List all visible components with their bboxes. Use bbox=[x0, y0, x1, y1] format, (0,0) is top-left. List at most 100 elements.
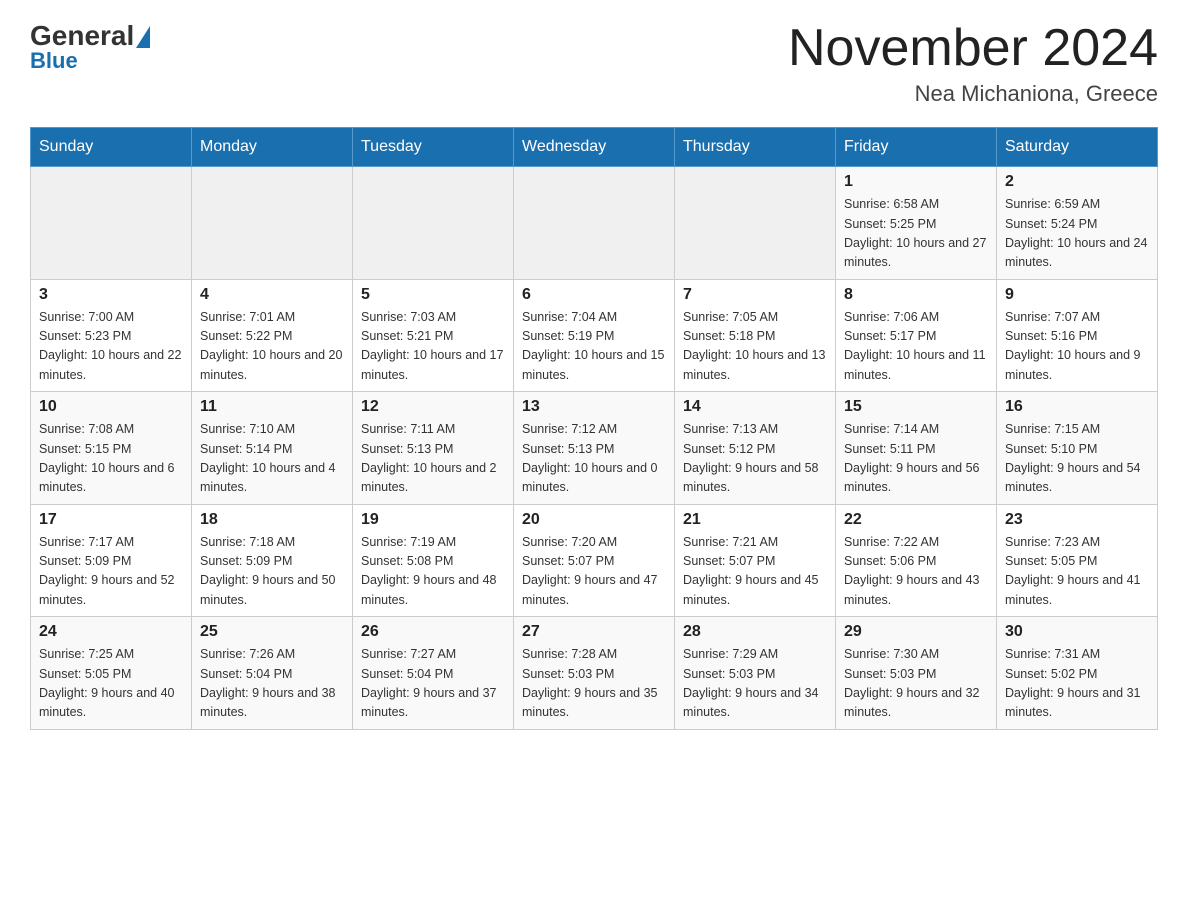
day-number: 4 bbox=[200, 286, 344, 304]
day-number: 1 bbox=[844, 173, 988, 191]
day-number: 15 bbox=[844, 398, 988, 416]
calendar-day: 24 Sunrise: 7:25 AM Sunset: 5:05 PM Dayli… bbox=[31, 617, 192, 730]
day-info: Sunrise: 7:23 AM Sunset: 5:05 PM Dayligh… bbox=[1005, 533, 1149, 611]
calendar-week-5: 24 Sunrise: 7:25 AM Sunset: 5:05 PM Dayli… bbox=[31, 617, 1158, 730]
day-info: Sunrise: 7:08 AM Sunset: 5:15 PM Dayligh… bbox=[39, 420, 183, 498]
weekday-header-monday: Monday bbox=[192, 128, 353, 167]
day-info: Sunrise: 7:04 AM Sunset: 5:19 PM Dayligh… bbox=[522, 308, 666, 386]
day-number: 29 bbox=[844, 623, 988, 641]
calendar-day: 30 Sunrise: 7:31 AM Sunset: 5:02 PM Dayli… bbox=[997, 617, 1158, 730]
calendar-day: 16 Sunrise: 7:15 AM Sunset: 5:10 PM Dayli… bbox=[997, 392, 1158, 505]
logo-blue-text: Blue bbox=[30, 48, 78, 74]
calendar-day: 15Sunrise: 7:14 AM Sunset: 5:11 PM Dayli… bbox=[836, 392, 997, 505]
calendar-day bbox=[31, 167, 192, 280]
weekday-header-thursday: Thursday bbox=[675, 128, 836, 167]
day-info: Sunrise: 7:31 AM Sunset: 5:02 PM Dayligh… bbox=[1005, 645, 1149, 723]
day-number: 26 bbox=[361, 623, 505, 641]
day-info: Sunrise: 7:30 AM Sunset: 5:03 PM Dayligh… bbox=[844, 645, 988, 723]
day-number: 9 bbox=[1005, 286, 1149, 304]
calendar-day: 25 Sunrise: 7:26 AM Sunset: 5:04 PM Dayli… bbox=[192, 617, 353, 730]
weekday-header-tuesday: Tuesday bbox=[353, 128, 514, 167]
day-number: 24 bbox=[39, 623, 183, 641]
weekday-header-row: SundayMondayTuesdayWednesdayThursdayFrid… bbox=[31, 128, 1158, 167]
day-info: Sunrise: 7:28 AM Sunset: 5:03 PM Dayligh… bbox=[522, 645, 666, 723]
weekday-header-saturday: Saturday bbox=[997, 128, 1158, 167]
calendar-subtitle: Nea Michaniona, Greece bbox=[788, 81, 1158, 107]
day-number: 18 bbox=[200, 511, 344, 529]
calendar-day: 14Sunrise: 7:13 AM Sunset: 5:12 PM Dayli… bbox=[675, 392, 836, 505]
page-header: General Blue November 2024 Nea Michanion… bbox=[30, 20, 1158, 107]
day-number: 11 bbox=[200, 398, 344, 416]
day-info: Sunrise: 7:13 AM Sunset: 5:12 PM Dayligh… bbox=[683, 420, 827, 498]
day-info: Sunrise: 7:01 AM Sunset: 5:22 PM Dayligh… bbox=[200, 308, 344, 386]
day-number: 2 bbox=[1005, 173, 1149, 191]
calendar-day: 17 Sunrise: 7:17 AM Sunset: 5:09 PM Dayli… bbox=[31, 504, 192, 617]
day-info: Sunrise: 7:20 AM Sunset: 5:07 PM Dayligh… bbox=[522, 533, 666, 611]
logo: General Blue bbox=[30, 20, 150, 74]
day-info: Sunrise: 7:26 AM Sunset: 5:04 PM Dayligh… bbox=[200, 645, 344, 723]
day-number: 30 bbox=[1005, 623, 1149, 641]
calendar-day: 6 Sunrise: 7:04 AM Sunset: 5:19 PM Daylig… bbox=[514, 279, 675, 392]
day-info: Sunrise: 6:58 AM Sunset: 5:25 PM Dayligh… bbox=[844, 195, 988, 273]
calendar-day: 7Sunrise: 7:05 AM Sunset: 5:18 PM Daylig… bbox=[675, 279, 836, 392]
day-info: Sunrise: 7:07 AM Sunset: 5:16 PM Dayligh… bbox=[1005, 308, 1149, 386]
day-number: 20 bbox=[522, 511, 666, 529]
calendar-day bbox=[675, 167, 836, 280]
calendar-day: 23 Sunrise: 7:23 AM Sunset: 5:05 PM Dayli… bbox=[997, 504, 1158, 617]
day-info: Sunrise: 6:59 AM Sunset: 5:24 PM Dayligh… bbox=[1005, 195, 1149, 273]
day-info: Sunrise: 7:15 AM Sunset: 5:10 PM Dayligh… bbox=[1005, 420, 1149, 498]
calendar-day: 18Sunrise: 7:18 AM Sunset: 5:09 PM Dayli… bbox=[192, 504, 353, 617]
day-info: Sunrise: 7:25 AM Sunset: 5:05 PM Dayligh… bbox=[39, 645, 183, 723]
day-info: Sunrise: 7:06 AM Sunset: 5:17 PM Dayligh… bbox=[844, 308, 988, 386]
calendar-day: 26 Sunrise: 7:27 AM Sunset: 5:04 PM Dayli… bbox=[353, 617, 514, 730]
title-area: November 2024 Nea Michaniona, Greece bbox=[788, 20, 1158, 107]
calendar-day: 27 Sunrise: 7:28 AM Sunset: 5:03 PM Dayli… bbox=[514, 617, 675, 730]
calendar-day: 2 Sunrise: 6:59 AM Sunset: 5:24 PM Daylig… bbox=[997, 167, 1158, 280]
calendar-week-1: 1 Sunrise: 6:58 AM Sunset: 5:25 PM Daylig… bbox=[31, 167, 1158, 280]
day-number: 6 bbox=[522, 286, 666, 304]
calendar-day: 5Sunrise: 7:03 AM Sunset: 5:21 PM Daylig… bbox=[353, 279, 514, 392]
day-info: Sunrise: 7:10 AM Sunset: 5:14 PM Dayligh… bbox=[200, 420, 344, 498]
day-number: 10 bbox=[39, 398, 183, 416]
calendar-day: 11 Sunrise: 7:10 AM Sunset: 5:14 PM Dayli… bbox=[192, 392, 353, 505]
day-number: 25 bbox=[200, 623, 344, 641]
weekday-header-wednesday: Wednesday bbox=[514, 128, 675, 167]
calendar-day: 1 Sunrise: 6:58 AM Sunset: 5:25 PM Daylig… bbox=[836, 167, 997, 280]
calendar-week-4: 17 Sunrise: 7:17 AM Sunset: 5:09 PM Dayli… bbox=[31, 504, 1158, 617]
day-number: 27 bbox=[522, 623, 666, 641]
day-info: Sunrise: 7:27 AM Sunset: 5:04 PM Dayligh… bbox=[361, 645, 505, 723]
calendar-week-2: 3 Sunrise: 7:00 AM Sunset: 5:23 PM Daylig… bbox=[31, 279, 1158, 392]
calendar-day: 8 Sunrise: 7:06 AM Sunset: 5:17 PM Daylig… bbox=[836, 279, 997, 392]
calendar-day: 9 Sunrise: 7:07 AM Sunset: 5:16 PM Daylig… bbox=[997, 279, 1158, 392]
day-info: Sunrise: 7:12 AM Sunset: 5:13 PM Dayligh… bbox=[522, 420, 666, 498]
day-info: Sunrise: 7:05 AM Sunset: 5:18 PM Dayligh… bbox=[683, 308, 827, 386]
calendar-title: November 2024 bbox=[788, 20, 1158, 77]
calendar-day bbox=[514, 167, 675, 280]
logo-triangle-icon bbox=[136, 26, 150, 48]
calendar-day: 19Sunrise: 7:19 AM Sunset: 5:08 PM Dayli… bbox=[353, 504, 514, 617]
day-number: 21 bbox=[683, 511, 827, 529]
calendar-day bbox=[192, 167, 353, 280]
calendar-day: 20 Sunrise: 7:20 AM Sunset: 5:07 PM Dayli… bbox=[514, 504, 675, 617]
day-number: 3 bbox=[39, 286, 183, 304]
day-info: Sunrise: 7:00 AM Sunset: 5:23 PM Dayligh… bbox=[39, 308, 183, 386]
calendar-day: 13 Sunrise: 7:12 AM Sunset: 5:13 PM Dayli… bbox=[514, 392, 675, 505]
day-number: 19 bbox=[361, 511, 505, 529]
calendar-table: SundayMondayTuesdayWednesdayThursdayFrid… bbox=[30, 127, 1158, 730]
day-number: 13 bbox=[522, 398, 666, 416]
weekday-header-friday: Friday bbox=[836, 128, 997, 167]
day-number: 23 bbox=[1005, 511, 1149, 529]
day-info: Sunrise: 7:21 AM Sunset: 5:07 PM Dayligh… bbox=[683, 533, 827, 611]
day-info: Sunrise: 7:03 AM Sunset: 5:21 PM Dayligh… bbox=[361, 308, 505, 386]
day-info: Sunrise: 7:22 AM Sunset: 5:06 PM Dayligh… bbox=[844, 533, 988, 611]
day-number: 17 bbox=[39, 511, 183, 529]
calendar-week-3: 10 Sunrise: 7:08 AM Sunset: 5:15 PM Dayli… bbox=[31, 392, 1158, 505]
day-number: 16 bbox=[1005, 398, 1149, 416]
calendar-day: 4 Sunrise: 7:01 AM Sunset: 5:22 PM Daylig… bbox=[192, 279, 353, 392]
day-info: Sunrise: 7:11 AM Sunset: 5:13 PM Dayligh… bbox=[361, 420, 505, 498]
day-number: 28 bbox=[683, 623, 827, 641]
day-number: 8 bbox=[844, 286, 988, 304]
day-number: 22 bbox=[844, 511, 988, 529]
calendar-day: 29 Sunrise: 7:30 AM Sunset: 5:03 PM Dayli… bbox=[836, 617, 997, 730]
day-info: Sunrise: 7:17 AM Sunset: 5:09 PM Dayligh… bbox=[39, 533, 183, 611]
